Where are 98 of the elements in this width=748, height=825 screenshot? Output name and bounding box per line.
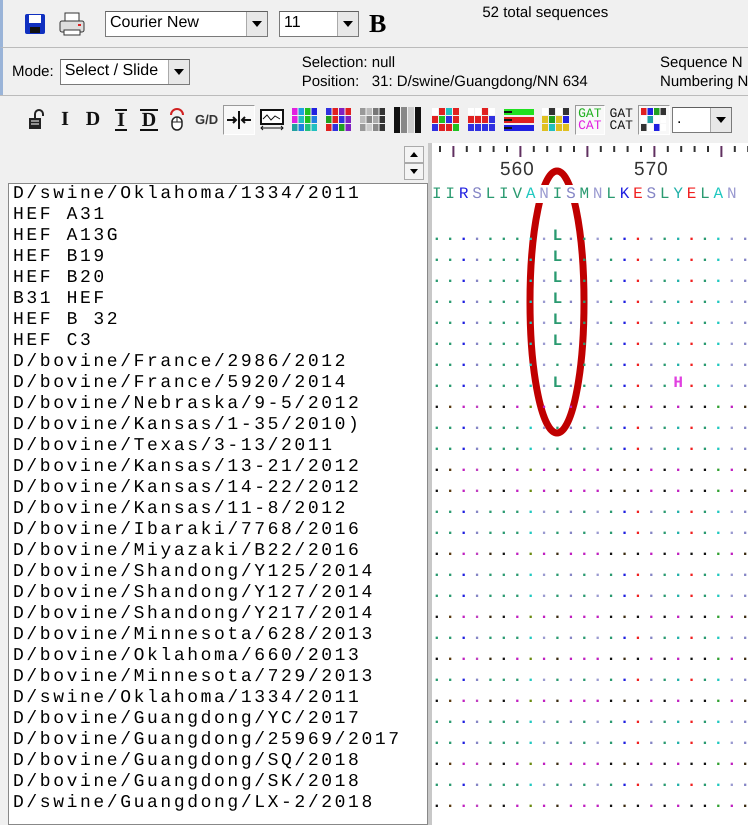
colored-letters-button[interactable]: GAT CAT — [575, 104, 605, 134]
sequence-name[interactable]: HEF B19 — [9, 247, 427, 268]
sequence-name[interactable]: D/bovine/Guangdong/SQ/2018 — [9, 751, 427, 772]
sequence-name[interactable]: D/bovine/Kansas/1-35/2010) — [9, 415, 427, 436]
sequence-row: ........................ — [432, 478, 748, 499]
sequence-row: ........................ — [432, 415, 748, 436]
position-text: Position: 31: D/swine/Guangdong/NN 634 — [302, 72, 588, 90]
sequence-row: ........................ — [432, 394, 748, 415]
sequence-row: .........L.............. — [432, 331, 748, 352]
status-label: Numbering N — [660, 72, 748, 90]
sequence-row: ........................ — [432, 730, 748, 751]
sequence-row: ........................ — [432, 499, 748, 520]
sequence-row: ........................ — [432, 436, 748, 457]
sequence-name[interactable]: D/bovine/Minnesota/628/2013 — [9, 625, 427, 646]
color-stripes-icon — [504, 108, 534, 132]
insert-button[interactable]: I — [52, 104, 78, 134]
sequence-row: ........................ — [432, 583, 748, 604]
sequence-name[interactable]: D/swine/Oklahoma/1334/2011 — [9, 184, 427, 205]
sequence-name[interactable]: D/swine/Guangdong/LX-2/2018 — [9, 793, 427, 814]
split-cursor-icon — [226, 110, 252, 130]
shaded-tiles-icon — [360, 108, 386, 132]
up-arrow-icon — [410, 152, 418, 157]
sequence-name[interactable]: HEF B20 — [9, 268, 427, 289]
sequence-name[interactable]: D/bovine/Texas/3-13/2011 — [9, 436, 427, 457]
size-select[interactable]: 11 — [279, 10, 359, 36]
sequence-name[interactable]: HEF C3 — [9, 331, 427, 352]
split-button[interactable] — [223, 104, 256, 134]
save-icon[interactable] — [25, 14, 45, 34]
sequence-row: ........................ — [432, 772, 748, 793]
lined-letter-button[interactable]: D — [136, 104, 162, 134]
sequence-name[interactable]: D/bovine/Minnesota/729/2013 — [9, 667, 427, 688]
colored-tiles-icon — [292, 108, 318, 132]
sequence-name[interactable]: D/bovine/Oklahoma/660/2013 — [9, 646, 427, 667]
sequence-name[interactable]: B31 HEF — [9, 289, 427, 310]
sequence-row: .........L.............. — [432, 226, 748, 247]
sequence-row: ........................ — [432, 667, 748, 688]
mode-label: Mode: — [12, 63, 54, 80]
mouse-icon — [168, 108, 186, 132]
style-select[interactable]: . — [672, 106, 732, 132]
print-icon[interactable] — [59, 12, 85, 36]
selection-text: Selection: null — [302, 52, 396, 72]
font-select[interactable]: Courier New — [105, 10, 268, 36]
status-label: Sequence N — [660, 52, 744, 72]
sequence-name[interactable]: D/bovine/Guangdong/SK/2018 — [9, 772, 427, 793]
colored-tiles-icon — [326, 108, 352, 132]
sequence-row: ........................ — [432, 646, 748, 667]
sequence-row: .........L.............. — [432, 268, 748, 289]
sequence-name[interactable]: HEF A31 — [9, 205, 427, 226]
dotted-tiles-icon — [542, 108, 570, 132]
sequence-row: ........................ — [432, 604, 748, 625]
sequence-row: .........L.............. — [432, 310, 748, 331]
sequence-name[interactable]: D/bovine/France/2986/2012 — [9, 352, 427, 373]
insert-button[interactable]: D — [80, 104, 106, 134]
lock-icon — [27, 108, 47, 130]
sequence-name[interactable]: D/bovine/Kansas/14-22/2012 — [9, 478, 427, 499]
color-mode-button[interactable] — [638, 104, 670, 134]
gap-button[interactable]: G/D — [192, 104, 222, 134]
sequence-name[interactable]: D/bovine/Guangdong/YC/2017 — [9, 709, 427, 730]
colored-tiles-icon — [468, 108, 496, 132]
sequence-name[interactable]: D/bovine/Shandong/Y217/2014 — [9, 604, 427, 625]
sequence-row: ........................ — [432, 520, 748, 541]
sequence-name[interactable]: HEF B 32 — [9, 310, 427, 331]
graph-window-icon — [260, 108, 284, 130]
sequence-name[interactable]: D/bovine/Nebraska/9-5/2012 — [9, 394, 427, 415]
down-arrow-icon — [410, 169, 418, 174]
scroll-up-button[interactable] — [404, 146, 424, 163]
letters-button[interactable]: GAT CAT — [606, 104, 636, 134]
lined-letter-button[interactable]: I — [108, 104, 134, 134]
sequence-name[interactable]: D/bovine/Kansas/13-21/2012 — [9, 457, 427, 478]
colored-tiles-icon — [432, 108, 460, 132]
mode-select[interactable]: Select / Slide — [60, 58, 190, 84]
sequence-name[interactable]: D/bovine/Kansas/11-8/2012 — [9, 499, 427, 520]
sequence-row: .........L........H..... — [432, 373, 748, 394]
sequence-row: ........................ — [432, 751, 748, 772]
sequence-row: ........................ — [432, 709, 748, 730]
sequence-name[interactable]: D/bovine/Shandong/Y127/2014 — [9, 583, 427, 604]
sequence-count: 52 total sequences — [482, 4, 608, 21]
sequence-name[interactable]: D/bovine/France/5920/2014 — [9, 373, 427, 394]
sequence-name[interactable]: HEF A13G — [9, 226, 427, 247]
sequence-row: ........................ — [432, 625, 748, 646]
scroll-down-button[interactable] — [404, 163, 424, 180]
sequence-row: .........L.............. — [432, 289, 748, 310]
sequence-name[interactable]: D/bovine/Ibaraki/7768/2016 — [9, 520, 427, 541]
bold-button[interactable]: B — [369, 8, 386, 38]
sequence-row: ........................ — [432, 793, 748, 814]
sequence-name[interactable]: D/swine/Oklahoma/1334/2011 — [9, 688, 427, 709]
sequence-row: ........................ — [432, 352, 748, 373]
sequence-name[interactable]: D/bovine/Miyazaki/B22/2016 — [9, 541, 427, 562]
ruler-number: 560 — [500, 159, 535, 181]
sequence-row: ........................ — [432, 541, 748, 562]
sequence-name[interactable]: D/bovine/Guangdong/25969/2017 — [9, 730, 427, 751]
sequence-row: ........................ — [432, 688, 748, 709]
ruler-number: 570 — [634, 159, 669, 181]
dotted-tiles-icon — [640, 108, 667, 132]
sequence-row: ........................ — [432, 562, 748, 583]
sequence-row: ........................ — [432, 457, 748, 478]
sequence-name[interactable]: D/bovine/Shandong/Y125/2014 — [9, 562, 427, 583]
sequence-row: .........L.............. — [432, 247, 748, 268]
